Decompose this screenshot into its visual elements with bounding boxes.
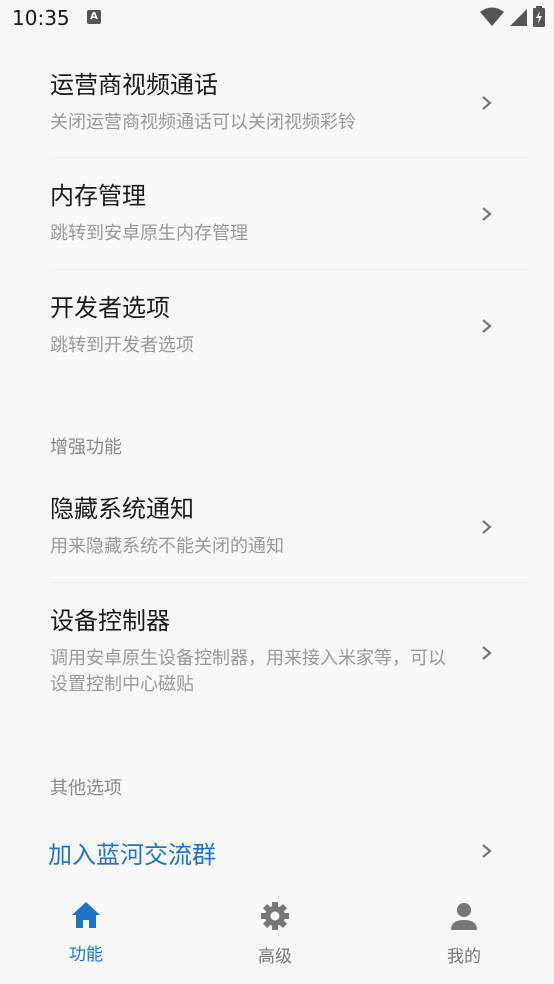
nav-tab-label: 功能 bbox=[69, 945, 103, 965]
wifi-icon bbox=[480, 7, 504, 26]
setting-item-subtitle: 跳转到安卓原生内存管理 bbox=[50, 223, 248, 244]
section-header-enhance: 增强功能 bbox=[50, 437, 122, 458]
setting-item-device-controller[interactable]: 设备控制器 调用安卓原生设备控制器，用来接入米家等，可以设置控制中心磁贴 bbox=[50, 606, 450, 698]
status-bar: 10:35 A bbox=[0, 0, 554, 36]
chevron-right-icon bbox=[482, 646, 492, 660]
setting-item-memory-management[interactable]: 内存管理 跳转到安卓原生内存管理 bbox=[50, 181, 528, 247]
setting-item-subtitle: 用来隐藏系统不能关闭的通知 bbox=[50, 536, 284, 557]
bottom-navigation: 功能 高级 我的 bbox=[0, 880, 554, 984]
nav-tab-mine[interactable]: 我的 bbox=[404, 900, 524, 967]
chevron-right-icon bbox=[482, 319, 492, 333]
status-time: 10:35 bbox=[12, 6, 70, 30]
nav-tab-label: 我的 bbox=[447, 947, 481, 967]
setting-item-subtitle: 调用安卓原生设备控制器，用来接入米家等，可以设置控制中心磁贴 bbox=[50, 648, 446, 695]
battery-icon bbox=[533, 6, 545, 27]
gear-icon bbox=[261, 902, 289, 930]
signal-icon bbox=[510, 9, 527, 26]
join-group-link[interactable]: 加入蓝河交流群 bbox=[48, 835, 216, 870]
divider bbox=[50, 269, 528, 270]
divider bbox=[50, 582, 528, 583]
status-icons bbox=[480, 6, 546, 28]
setting-item-developer-options[interactable]: 开发者选项 跳转到开发者选项 bbox=[50, 293, 528, 359]
home-icon bbox=[72, 902, 100, 928]
chevron-right-icon bbox=[482, 207, 492, 221]
setting-item-title: 运营商视频通话 bbox=[50, 71, 218, 99]
nav-tab-features[interactable]: 功能 bbox=[26, 900, 146, 965]
nav-tab-advanced[interactable]: 高级 bbox=[215, 900, 335, 967]
chevron-right-icon bbox=[482, 96, 492, 110]
setting-item-title: 开发者选项 bbox=[50, 294, 170, 322]
setting-item-title: 设备控制器 bbox=[50, 607, 170, 635]
section-header-other: 其他选项 bbox=[50, 778, 122, 799]
chevron-right-icon bbox=[482, 520, 492, 534]
setting-item-subtitle: 跳转到开发者选项 bbox=[50, 335, 194, 356]
setting-item-hide-system-notifications[interactable]: 隐藏系统通知 用来隐藏系统不能关闭的通知 bbox=[50, 494, 528, 560]
setting-item-subtitle: 关闭运营商视频通话可以关闭视频彩铃 bbox=[50, 112, 356, 133]
chevron-right-icon bbox=[482, 844, 492, 858]
person-icon bbox=[451, 903, 477, 930]
setting-item-title: 内存管理 bbox=[50, 182, 146, 210]
setting-item-title: 隐藏系统通知 bbox=[50, 495, 194, 523]
notification-icon: A bbox=[87, 10, 101, 24]
divider bbox=[50, 157, 528, 158]
nav-tab-label: 高级 bbox=[258, 947, 292, 967]
setting-item-carrier-video-call[interactable]: 运营商视频通话 关闭运营商视频通话可以关闭视频彩铃 bbox=[50, 70, 528, 136]
